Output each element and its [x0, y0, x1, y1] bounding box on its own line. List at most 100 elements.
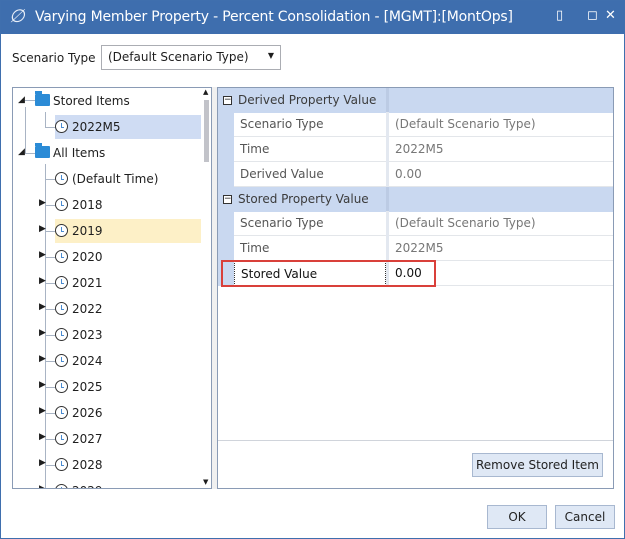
- tree-connector-line: [45, 205, 55, 206]
- group-title: Derived Property Value: [238, 93, 377, 107]
- tree-node[interactable]: 2027: [55, 427, 201, 451]
- scrollbar-thumb[interactable]: [204, 100, 209, 162]
- clock-icon: [55, 328, 68, 341]
- tree-scrollbar[interactable]: ▲ ▼: [202, 88, 211, 488]
- expand-icon[interactable]: ▶: [39, 432, 46, 442]
- app-logo-icon: ∅: [9, 6, 25, 27]
- tree-node[interactable]: 2021: [55, 271, 201, 295]
- scroll-down-icon[interactable]: ▼: [203, 478, 208, 486]
- collapse-group-icon[interactable]: −: [223, 96, 232, 105]
- tree-node-label: 2019: [72, 224, 103, 238]
- tree-node-label: 2024: [72, 354, 103, 368]
- collapse-group-icon[interactable]: −: [223, 195, 232, 204]
- tree-connector-line: [45, 179, 55, 180]
- expand-icon[interactable]: ▶: [39, 250, 46, 260]
- tree-connector-line: [45, 127, 55, 128]
- property-value: 2022M5: [389, 137, 613, 162]
- tree-node-label: 2026: [72, 406, 103, 420]
- expand-icon[interactable]: ▶: [39, 224, 46, 234]
- tree-connector-line: [45, 361, 55, 362]
- clock-icon: [55, 302, 68, 315]
- tree-node[interactable]: 2029: [55, 479, 201, 488]
- clock-icon: [55, 224, 68, 237]
- collapse-icon[interactable]: ◢: [18, 95, 25, 105]
- tree-node[interactable]: 2026: [55, 401, 201, 425]
- dialog-window: ∅ Varying Member Property - Percent Cons…: [0, 0, 625, 539]
- tree-connector-line: [45, 283, 55, 284]
- folder-icon: [35, 91, 50, 106]
- property-value: 0.00: [389, 162, 613, 187]
- property-row[interactable]: Time 2022M5: [218, 236, 613, 261]
- tree-node-label: (Default Time): [72, 172, 159, 186]
- tree-node-label: 2021: [72, 276, 103, 290]
- collapse-icon[interactable]: ◢: [18, 147, 25, 157]
- tree-node[interactable]: 2022: [55, 297, 201, 321]
- expand-icon[interactable]: ▶: [39, 354, 46, 364]
- property-value: (Default Scenario Type): [389, 112, 613, 137]
- minimize-icon[interactable]: ▯: [556, 8, 563, 23]
- tree-connector-line: [25, 100, 35, 101]
- tree-connector-line: [45, 465, 55, 466]
- ok-button[interactable]: OK: [487, 505, 547, 529]
- tree-connector-line: [45, 112, 46, 128]
- clock-icon: [55, 250, 68, 263]
- expand-icon[interactable]: ▶: [39, 302, 46, 312]
- property-row[interactable]: Time 2022M5: [218, 137, 613, 162]
- tree-node[interactable]: 2020: [55, 245, 201, 269]
- tree-node-label: 2023: [72, 328, 103, 342]
- tree-node[interactable]: 2023: [55, 323, 201, 347]
- scenario-type-dropdown[interactable]: (Default Scenario Type) ▼: [101, 45, 281, 70]
- tree-connector-line: [45, 387, 55, 388]
- remove-stored-item-button[interactable]: Remove Stored Item: [472, 453, 603, 477]
- group-title: Stored Property Value: [238, 192, 369, 206]
- expand-icon[interactable]: ▶: [39, 406, 46, 416]
- scroll-up-icon[interactable]: ▲: [203, 88, 208, 96]
- tree-node-label: 2022: [72, 302, 103, 316]
- property-row[interactable]: Scenario Type (Default Scenario Type): [218, 211, 613, 236]
- cancel-button[interactable]: Cancel: [555, 505, 615, 529]
- group-header-derived[interactable]: − Derived Property Value: [218, 88, 613, 113]
- tree-node[interactable]: (Default Time): [55, 167, 201, 191]
- tree-node[interactable]: 2019: [55, 219, 201, 243]
- tree-node[interactable]: 2025: [55, 375, 201, 399]
- tree-connector-line: [25, 107, 26, 154]
- row-indent: [218, 162, 234, 187]
- tree-node-label: 2018: [72, 198, 103, 212]
- tree-connector-line: [45, 309, 55, 310]
- property-name: Scenario Type: [234, 211, 386, 236]
- tree-node-label: 2028: [72, 458, 103, 472]
- tree-connector-line: [45, 439, 55, 440]
- title-bar[interactable]: ∅ Varying Member Property - Percent Cons…: [1, 1, 624, 34]
- clock-icon: [55, 172, 68, 185]
- clock-icon: [55, 406, 68, 419]
- highlight-box: [221, 260, 436, 287]
- expand-icon[interactable]: ▶: [39, 484, 46, 488]
- property-value: (Default Scenario Type): [389, 211, 613, 236]
- tree-node[interactable]: 2028: [55, 453, 201, 477]
- row-indent: [218, 137, 234, 162]
- property-grid: − Derived Property Value Scenario Type (Def…: [218, 88, 613, 441]
- tree-node[interactable]: Stored Items: [35, 89, 201, 113]
- tree-node[interactable]: All Items: [35, 141, 201, 165]
- expand-icon[interactable]: ▶: [39, 328, 46, 338]
- tree-node[interactable]: 2022M5: [55, 115, 201, 139]
- tree-node[interactable]: 2018: [55, 193, 201, 217]
- tree-connector-line: [45, 257, 55, 258]
- tree-node-label: 2029: [72, 484, 103, 488]
- expand-icon[interactable]: ▶: [39, 380, 46, 390]
- property-name: Time: [234, 137, 386, 162]
- member-tree[interactable]: ▲ ▼ ◢ Stored Items 2022M5 ◢ All Items (Defaul…: [12, 87, 212, 489]
- property-row[interactable]: Derived Value 0.00: [218, 162, 613, 187]
- group-header-stored[interactable]: − Stored Property Value: [218, 187, 613, 212]
- tree-node[interactable]: 2024: [55, 349, 201, 373]
- property-row[interactable]: Scenario Type (Default Scenario Type): [218, 112, 613, 137]
- expand-icon[interactable]: ▶: [39, 276, 46, 286]
- close-icon[interactable]: ✕: [605, 8, 616, 23]
- expand-icon[interactable]: ▶: [39, 198, 46, 208]
- tree-node-label: Stored Items: [53, 94, 130, 108]
- expand-icon[interactable]: ▶: [39, 458, 46, 468]
- row-indent: [218, 211, 234, 236]
- tree-connector-line: [45, 413, 55, 414]
- maximize-icon[interactable]: ◻: [587, 8, 598, 23]
- clock-icon: [55, 458, 68, 471]
